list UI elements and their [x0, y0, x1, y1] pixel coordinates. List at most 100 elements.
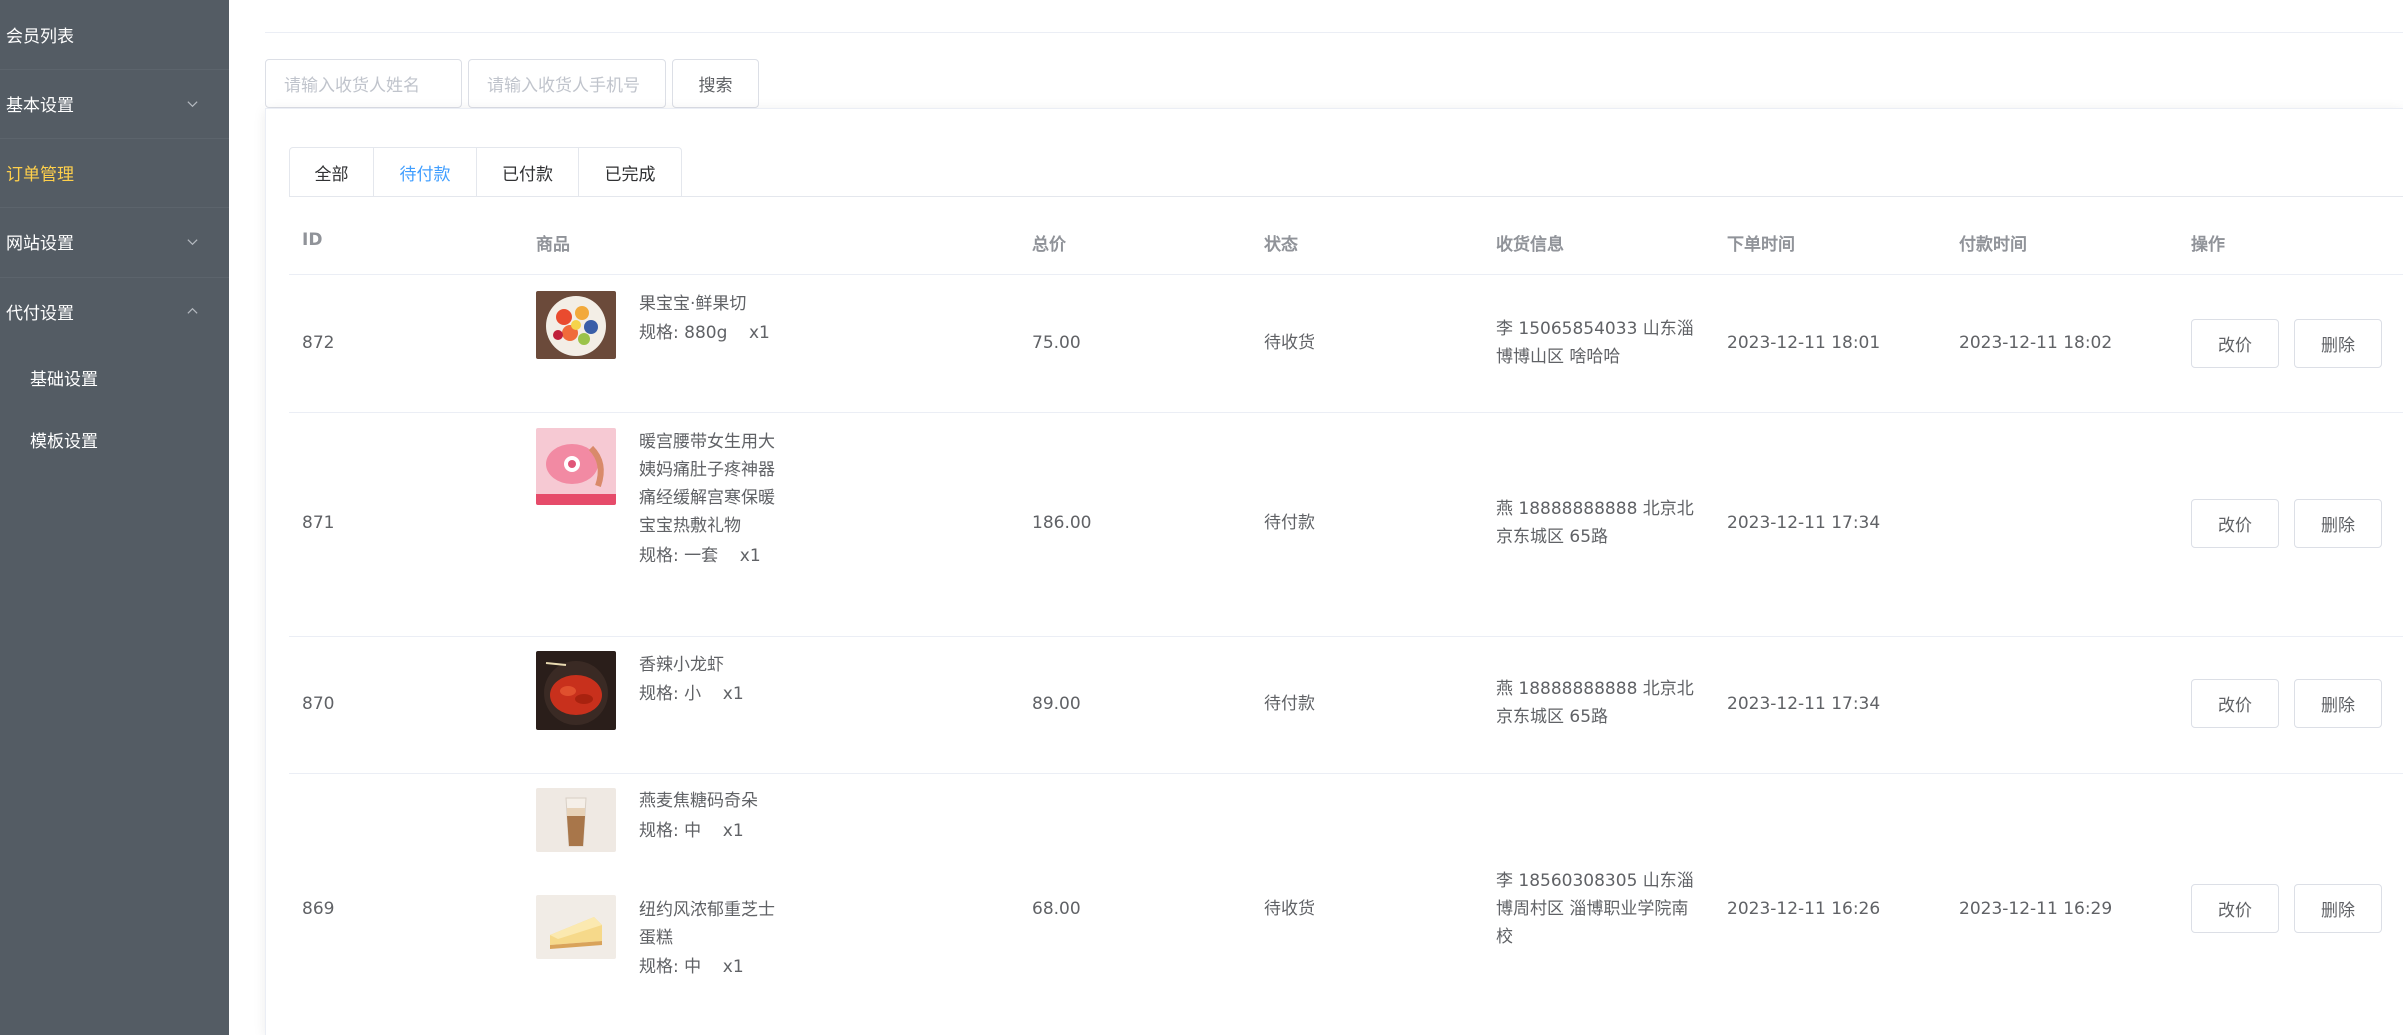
sidebar-item-orders[interactable]: 订单管理	[0, 138, 229, 207]
spec-text: 规格: 中	[639, 957, 702, 977]
order-time: 2023-12-11 16:26	[1727, 899, 1881, 919]
shipping-address: 燕 18888888888 北京北京东城区 65路	[1496, 679, 1694, 727]
chevron-up-icon	[187, 307, 198, 314]
consignee-phone-input[interactable]: 请输入收货人手机号	[468, 59, 666, 108]
placeholder: 请输入收货人手机号	[487, 76, 640, 96]
order-time: 2023-12-11 17:34	[1727, 694, 1881, 714]
divider	[289, 773, 2403, 774]
order-total: 89.00	[1032, 694, 1081, 714]
sidebar-item-site-settings[interactable]: 网站设置	[0, 207, 229, 276]
order-id: 869	[302, 899, 335, 919]
sidebar-subitem-basic[interactable]: 基础设置	[0, 346, 229, 408]
delete-button[interactable]: 删除	[2294, 499, 2382, 548]
sidebar-item-members[interactable]: 会员列表	[0, 0, 229, 69]
order-id: 872	[302, 333, 335, 353]
tab-paid[interactable]: 已付款	[477, 147, 579, 197]
order-time: 2023-12-11 17:34	[1727, 513, 1881, 533]
edit-price-button[interactable]: 改价	[2191, 679, 2279, 728]
sidebar-item-label: 代付设置	[6, 304, 74, 324]
spec-text: 规格: 小	[639, 684, 702, 704]
sidebar-item-label: 网站设置	[6, 234, 74, 254]
sidebar-item-basic-settings[interactable]: 基本设置	[0, 69, 229, 138]
sidebar-item-label: 基本设置	[6, 96, 74, 116]
order-total: 186.00	[1032, 513, 1092, 533]
status-text: 待收货	[1264, 333, 1315, 353]
divider	[289, 636, 2403, 637]
search-button[interactable]: 搜索	[672, 59, 759, 108]
divider	[0, 277, 229, 278]
tab-all[interactable]: 全部	[289, 147, 374, 197]
quantity: x1	[749, 323, 770, 343]
chevron-down-icon	[187, 238, 198, 245]
product-thumbnail-cheesecake	[536, 895, 616, 959]
pay-time: 2023-12-11 16:29	[1959, 899, 2113, 919]
order-time: 2023-12-11 18:01	[1727, 333, 1881, 353]
product-spec: 规格: 880g x1	[639, 319, 770, 347]
order-total: 68.00	[1032, 899, 1081, 919]
product-name: 暖宫腰带女生用大姨妈痛肚子疼神器痛经缓解宫寒保暖宝宝热敷礼物	[639, 432, 775, 536]
divider	[0, 207, 229, 208]
quantity: x1	[722, 957, 744, 977]
column-header-order-time: 下单时间	[1727, 235, 1795, 255]
sidebar-subitem-label: 模板设置	[30, 431, 98, 452]
status-text: 待收货	[1264, 899, 1315, 919]
spec-text: 规格: 880g	[639, 323, 728, 343]
tab-pending-payment[interactable]: 待付款	[374, 147, 477, 197]
divider	[289, 412, 2403, 413]
product-name: 果宝宝·鲜果切	[639, 294, 747, 314]
product-thumbnail-crayfish	[536, 651, 616, 730]
consignee-name-input[interactable]: 请输入收货人姓名	[265, 59, 462, 108]
quantity: x1	[722, 821, 744, 841]
sidebar-subitem-template[interactable]: 模板设置	[0, 408, 229, 470]
spec-text: 规格: 中	[639, 821, 702, 841]
shipping-address: 燕 18888888888 北京北京东城区 65路	[1496, 499, 1694, 547]
order-id: 871	[302, 513, 335, 533]
chevron-down-icon	[187, 100, 198, 107]
product-spec: 规格: 中 x1	[639, 817, 744, 845]
column-header-pay-time: 付款时间	[1959, 235, 2027, 255]
sidebar: 会员列表 基本设置 订单管理 网站设置 代付设置 基础设置 模板设置	[0, 0, 229, 1035]
product-name: 纽约风浓郁重芝士蛋糕	[639, 900, 775, 948]
divider	[289, 274, 2403, 275]
product-thumbnail-fruit	[536, 291, 616, 359]
product-name: 燕麦焦糖码奇朵	[639, 791, 758, 811]
shipping-address: 李 18560308305 山东淄博周村区 淄博职业学院南校	[1496, 871, 1694, 947]
sidebar-item-label: 订单管理	[6, 165, 74, 185]
delete-button[interactable]: 删除	[2294, 319, 2382, 368]
quantity: x1	[722, 684, 744, 704]
spec-text: 规格: 一套	[639, 546, 719, 566]
order-id: 870	[302, 694, 335, 714]
tab-completed[interactable]: 已完成	[579, 147, 682, 197]
column-header-total: 总价	[1032, 235, 1066, 255]
status-text: 待付款	[1264, 513, 1315, 533]
delete-button[interactable]: 删除	[2294, 884, 2382, 933]
column-header-actions: 操作	[2191, 235, 2225, 255]
pay-time: 2023-12-11 18:02	[1959, 333, 2113, 353]
product-thumbnail-latte	[536, 788, 616, 852]
product-spec: 规格: 小 x1	[639, 680, 744, 708]
column-header-id: ID	[302, 230, 323, 250]
divider	[0, 69, 229, 70]
column-header-address: 收货信息	[1496, 235, 1564, 255]
placeholder: 请输入收货人姓名	[284, 76, 420, 96]
order-status-tabs: 全部 待付款 已付款 已完成	[289, 147, 682, 197]
sidebar-item-proxy-pay-settings[interactable]: 代付设置	[0, 277, 229, 346]
divider	[265, 32, 2403, 33]
product-spec: 规格: 中 x1	[639, 953, 744, 981]
edit-price-button[interactable]: 改价	[2191, 319, 2279, 368]
delete-button[interactable]: 删除	[2294, 679, 2382, 728]
column-header-goods: 商品	[536, 235, 570, 255]
order-total: 75.00	[1032, 333, 1081, 353]
product-name: 香辣小龙虾	[639, 655, 724, 675]
edit-price-button[interactable]: 改价	[2191, 499, 2279, 548]
sidebar-subitem-label: 基础设置	[30, 369, 98, 390]
edit-price-button[interactable]: 改价	[2191, 884, 2279, 933]
column-header-status: 状态	[1264, 235, 1298, 255]
divider	[0, 138, 229, 139]
quantity: x1	[739, 546, 761, 566]
product-spec: 规格: 一套 x1	[639, 542, 761, 570]
sidebar-item-label: 会员列表	[6, 27, 74, 47]
divider	[289, 196, 2403, 197]
status-text: 待付款	[1264, 694, 1315, 714]
product-thumbnail-heat-belt	[536, 428, 616, 505]
